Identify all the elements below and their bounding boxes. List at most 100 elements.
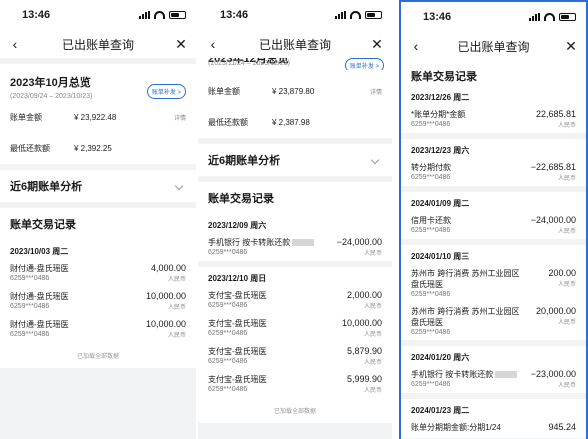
card-number: 6259***0486 [411,329,451,336]
date-header: 2023/12/26 周二 [411,93,470,102]
signal-icon [139,11,150,19]
card-number: 6259***0486 [411,381,451,388]
min-payment-row: 最低还款额 ¥ 2,392.25 [0,129,196,164]
close-icon[interactable]: ✕ [564,38,578,55]
signal-icon [335,11,346,19]
min-payment-label: 最低还款额 [10,144,50,153]
merchant-name: 苏州市 跨行消费 苏州工业园区盘氏瑶医 [411,269,520,289]
date-group: 2024/01/20 周六 手机银行 按卡转账还款 6259***0486 −23,0… [401,340,586,393]
merchant-name: 手机银行 按卡转账还款 [411,369,518,380]
loaded-all-text: 已加载全部数据 [76,354,119,360]
transaction-amount: −22,685.81 [530,162,576,172]
card-number: 6259***0486 [208,386,248,393]
date-header: 2023/12/10 周日 [208,274,267,283]
status-icons [139,11,186,19]
nav-bar: ‹ 已出账单查询 ✕ [0,30,196,58]
card-number: 6259***0486 [411,121,451,128]
detail-link[interactable]: 详情 [370,87,382,96]
date-header: 2024/01/10 周三 [411,252,470,261]
date-group: 2023/12/10 周日 支付宝-盘氏瑶医 6259***0486 2,000.00… [198,261,392,398]
analysis-header[interactable]: 近6期账单分析 [198,144,392,176]
analysis-section[interactable]: 近6期账单分析 [0,170,196,202]
merchant-name: 财付通-盘氏瑶医 [10,320,69,329]
wifi-icon [544,13,555,21]
status-time: 13:46 [423,11,452,23]
merchant-name: 苏州市 跨行消费 苏州工业园区盘氏瑶医 [411,307,520,327]
amount-section: 账单金额 ¥ 23,879.80 详情 最低还款额 ¥ 2,387.98 [198,70,392,138]
transaction-amount: −24,000.00 [336,237,382,247]
back-icon[interactable]: ‹ [206,36,220,52]
loaded-all-text: 已加载全部数据 [273,409,316,415]
merchant-name: 手机银行 按卡转账还款 [208,237,315,248]
transaction-row[interactable]: 账单分期期金额:分期1/24 945.24 [401,418,586,438]
status-bar: 13:46 [0,0,196,30]
close-icon[interactable]: ✕ [174,36,188,53]
phone-screen-2: 13:46 ‹ 已出账单查询 ✕ 2023年12月总览 (2023/11/24 … [198,0,392,439]
currency-label: 人民币 [557,229,576,235]
status-time: 13:46 [22,9,51,21]
min-payment-value: ¥ 2,387.98 [272,118,310,127]
transaction-amount: 2,000.00 [346,290,382,300]
phone-screen-1: 13:46 ‹ 已出账单查询 ✕ 2023年10月总览 (2023/09/24 … [0,0,196,439]
chevron-down-icon [370,155,380,165]
close-icon[interactable]: ✕ [370,36,384,53]
transaction-row[interactable]: 手机银行 按卡转账还款 6259***0486 −23,000.00 人民币 [401,365,586,393]
transaction-row[interactable]: 苏州市 跨行消费 苏州工业园区盘氏瑶医 6259***0486 20,000.00 人… [401,302,586,340]
transaction-amount: 20,000.00 [535,306,576,316]
bill-amount-value: ¥ 23,879.80 [272,87,315,96]
card-number: 6259***0486 [10,331,50,338]
amount-section: 账单金额 ¥ 23,922.48 详情 最低还款额 ¥ 2,392.25 [0,104,196,164]
bill-resend-button[interactable]: 账单补发 > [146,84,186,99]
chevron-down-icon [174,181,184,191]
bill-resend-button[interactable]: 账单补发 > [344,58,384,70]
redacted-block [292,239,315,247]
merchant-name: 支付宝-盘氏瑶医 [208,319,267,328]
transaction-row[interactable]: 苏州市 跨行消费 苏州工业园区盘氏瑶医 6259***0486 200.00 人民币 [401,264,586,302]
date-header: 2024/01/23 周二 [411,406,470,415]
bill-amount-value: ¥ 23,922.48 [74,113,117,122]
transaction-amount: 10,000.00 [341,318,382,328]
analysis-header[interactable]: 近6期账单分析 [0,170,196,202]
transaction-row[interactable]: 手机银行 按卡转账还款 6259***0486 −24,000.00 人民币 [198,233,392,261]
date-group: 2024/01/09 周二 信用卡还款 6259***0486 −24,000.00 人… [401,186,586,239]
analysis-section[interactable]: 近6期账单分析 [198,144,392,176]
overview-period: (2023/11/24 – 2023/12/23) [208,60,290,67]
nav-bar: ‹ 已出账单查询 ✕ [401,32,586,60]
date-group: 2023/12/26 周二 *账单分期*金额 6259***0486 22,685.8… [401,86,586,133]
transaction-list: 2023/12/09 周六 手机银行 按卡转账还款 6259***0486 −24,0… [198,214,392,398]
transaction-list: 2023/10/03 周二 财付通-盘氏瑶医 6259***0486 4,000.00… [0,240,196,343]
nav-bar: ‹ 已出账单查询 ✕ [198,30,392,58]
transaction-amount: 5,879.90 [346,346,382,356]
card-number: 6259***0486 [411,227,451,234]
transaction-row[interactable]: *账单分期*金额 6259***0486 22,685.81 人民币 [401,105,586,133]
transaction-row[interactable]: 财付通-盘氏瑶医 6259***0486 10,000.00 人民币 [0,315,196,343]
transaction-row[interactable]: 支付宝-盘氏瑶医 6259***0486 5,879.90 人民币 [198,342,392,370]
transaction-row[interactable]: 支付宝-盘氏瑶医 6259***0486 5,999.90 人民币 [198,370,392,398]
transaction-row[interactable]: 支付宝-盘氏瑶医 6259***0486 10,000.00 人民币 [198,314,392,342]
signal-icon [529,13,540,21]
merchant-name: *账单分期*金额 [411,110,466,119]
back-icon[interactable]: ‹ [8,36,22,52]
transaction-row[interactable]: 转分期付款 6259***0486 −22,685.81 人民币 [401,158,586,186]
transaction-amount: −23,000.00 [530,369,576,379]
transaction-row[interactable]: 财付通-盘氏瑶医 6259***0486 10,000.00 人民币 [0,287,196,315]
currency-label: 人民币 [167,333,186,339]
transaction-amount: 10,000.00 [145,319,186,329]
back-icon[interactable]: ‹ [409,38,423,54]
battery-icon [365,11,382,19]
wifi-icon [350,11,361,19]
transaction-amount: 22,685.81 [535,109,576,119]
overview-period: (2023/09/24 – 2023/10/23) [10,93,93,100]
currency-label: 人民币 [557,320,576,326]
transaction-row[interactable]: 信用卡还款 6259***0486 −24,000.00 人民币 [401,211,586,239]
detail-link[interactable]: 详情 [174,113,186,122]
phone-screen-3: 13:46 ‹ 已出账单查询 ✕ 账单交易记录 2023/12/26 周二 *账单… [399,0,588,439]
battery-icon [169,11,186,19]
date-group: 2024/01/23 周二账单分期期金额:分期1/24 945.24 [401,393,586,438]
status-time: 13:46 [220,9,249,21]
page-title: 已出账单查询 [258,37,331,52]
transaction-row[interactable]: 支付宝-盘氏瑶医 6259***0486 2,000.00 人民币 [198,286,392,314]
date-group: 2023/12/09 周六 手机银行 按卡转账还款 6259***0486 −24,0… [198,214,392,261]
transaction-list: 2023/12/26 周二 *账单分期*金额 6259***0486 22,685.8… [401,86,586,438]
transaction-row[interactable]: 财付通-盘氏瑶医 6259***0486 4,000.00 人民币 [0,259,196,287]
